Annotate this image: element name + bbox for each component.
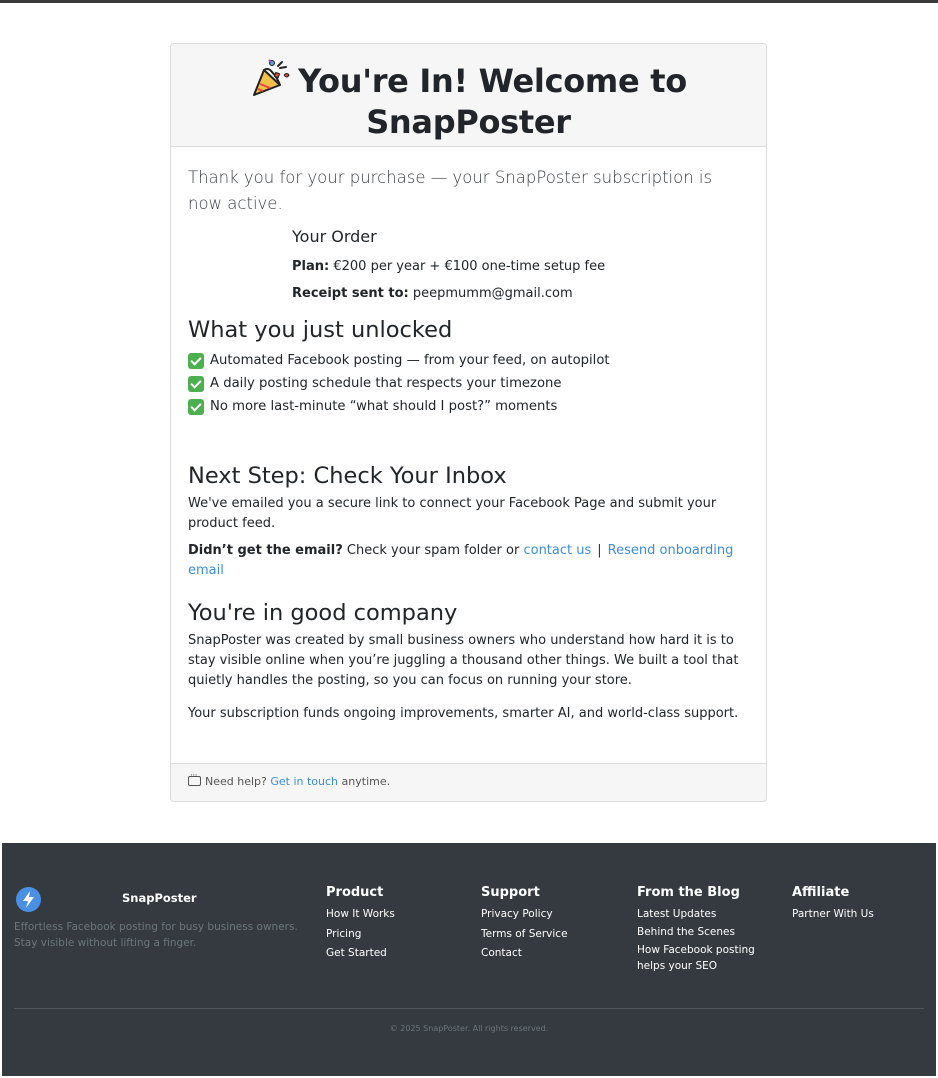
help-footer: Need help? Get in touch anytime. [171, 763, 766, 801]
footer-tagline: Effortless Facebook posting for busy bus… [14, 921, 298, 949]
contact-us-link[interactable]: contact us [523, 543, 591, 558]
footer-link-how-it-works[interactable]: How It Works [326, 906, 395, 922]
get-in-touch-link[interactable]: Get in touch [270, 775, 338, 788]
subscription-paragraph: Your subscription funds ongoing improvem… [188, 706, 739, 721]
card-body: Thank you for your purchase — your SnapP… [171, 147, 766, 724]
footer-column-support: Support Privacy Policy Terms of Service … [481, 885, 568, 965]
footer-link-privacy-policy[interactable]: Privacy Policy [481, 906, 568, 922]
list-item-text: No more last-minute “what should I post?… [210, 399, 558, 414]
email-hint: Check your spam folder or [342, 543, 524, 558]
list-item-text: Automated Facebook posting — from your f… [210, 353, 610, 368]
title-line-2: SnapPoster [366, 103, 571, 141]
company-paragraph: SnapPoster was created by small business… [188, 633, 739, 688]
unlocked-heading: What you just unlocked [188, 317, 453, 343]
next-step-heading: Next Step: Check Your Inbox [188, 463, 507, 489]
footer-column-blog: From the Blog Latest Updates Behind the … [637, 885, 762, 976]
email-question: Didn’t get the email? [188, 543, 343, 558]
footer-brand-name: SnapPoster [122, 891, 197, 905]
link-separator: | [597, 543, 602, 558]
list-item: A daily posting schedule that respects y… [188, 372, 749, 395]
check-mark-icon [188, 352, 204, 369]
intro-text: Thank you for your purchase — your SnapP… [188, 168, 713, 213]
plan-label: Plan: [292, 259, 330, 274]
check-mark-icon [188, 398, 204, 415]
footer-column-affiliate: Affiliate Partner With Us [792, 885, 874, 926]
footer-column-title: Support [481, 885, 540, 900]
lightning-bolt-icon [16, 887, 41, 912]
order-summary: Your Order Plan: €200 per year + €100 on… [292, 226, 749, 302]
confirmation-card: You're In! Welcome to SnapPoster Thank y… [170, 43, 767, 802]
chat-bubble-icon [188, 771, 201, 786]
party-popper-icon [250, 58, 292, 98]
footer-link-get-started[interactable]: Get Started [326, 945, 395, 961]
footer-link-behind-the-scenes[interactable]: Behind the Scenes [637, 924, 762, 940]
footer-column-title: From the Blog [637, 885, 740, 900]
help-prefix: Need help? [205, 775, 271, 788]
next-step-body: We've emailed you a secure link to conne… [188, 496, 717, 531]
email-help-line: Didn’t get the email? Check your spam fo… [188, 541, 749, 581]
receipt-label: Receipt sent to: [292, 286, 409, 301]
list-item-text: A daily posting schedule that respects y… [210, 376, 562, 391]
footer-divider [14, 1008, 924, 1009]
footer-link-contact[interactable]: Contact [481, 945, 568, 961]
footer-column-product: Product How It Works Pricing Get Started [326, 885, 395, 965]
help-suffix: anytime. [338, 775, 391, 788]
footer-link-pricing[interactable]: Pricing [326, 926, 395, 942]
footer-link-facebook-seo[interactable]: How Facebook posting helps your SEO [637, 942, 762, 974]
page-title: You're In! Welcome to SnapPoster [171, 58, 766, 143]
card-header: You're In! Welcome to SnapPoster [171, 44, 766, 147]
receipt-email: peepmumm@gmail.com [408, 286, 573, 301]
list-item: Automated Facebook posting — from your f… [188, 349, 749, 372]
footer-link-terms-of-service[interactable]: Terms of Service [481, 926, 568, 942]
footer-link-partner-with-us[interactable]: Partner With Us [792, 906, 874, 922]
order-receipt: Receipt sent to: peepmumm@gmail.com [292, 286, 749, 302]
unlocked-list: Automated Facebook posting — from your f… [188, 349, 749, 418]
top-strip [0, 0, 938, 3]
footer-column-title: Affiliate [792, 885, 850, 900]
company-heading: You're in good company [188, 600, 458, 626]
footer-link-latest-updates[interactable]: Latest Updates [637, 906, 762, 922]
site-footer: SnapPoster Effortless Facebook posting f… [2, 843, 936, 1076]
order-plan: Plan: €200 per year + €100 one-time setu… [292, 259, 749, 275]
plan-value: €200 per year + €100 one-time setup fee [329, 259, 606, 274]
check-mark-icon [188, 375, 204, 392]
title-line-1: You're In! Welcome to [298, 62, 687, 100]
footer-column-title: Product [326, 885, 384, 900]
copyright-text: © 2025 SnapPoster. All rights reserved. [389, 1024, 549, 1033]
order-heading: Your Order [292, 227, 377, 246]
list-item: No more last-minute “what should I post?… [188, 395, 749, 418]
